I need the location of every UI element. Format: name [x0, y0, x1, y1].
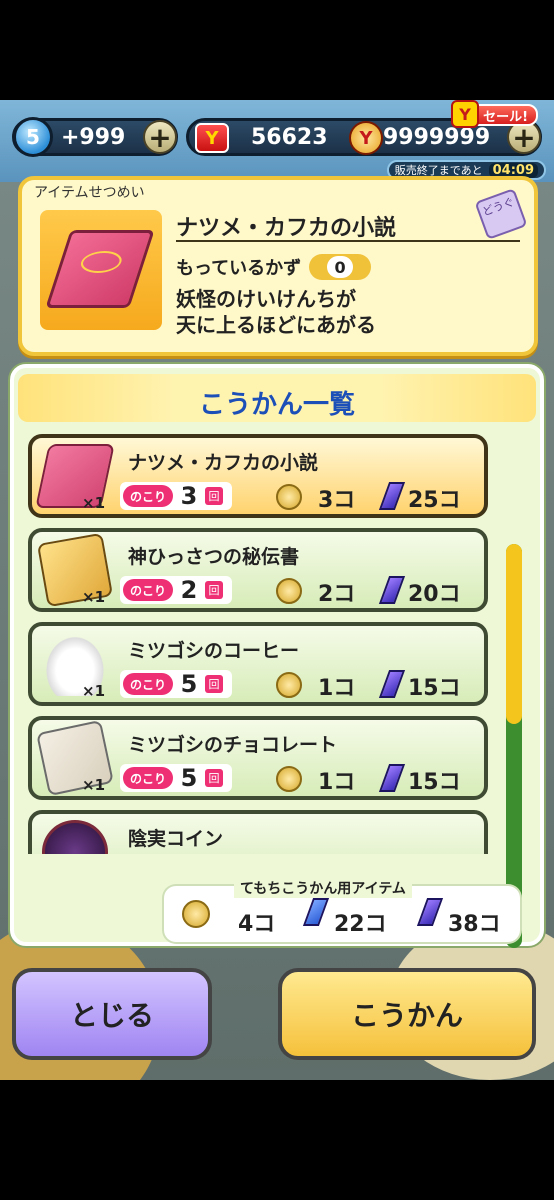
- currency-bar: 5 +999 + Y 56623 Y 9999999 + Y セール! 販売終了…: [0, 100, 554, 182]
- crystal-icon: [378, 576, 406, 604]
- crystal-cost: 15コ: [408, 770, 461, 795]
- times-unit: 回: [205, 581, 223, 599]
- list-banner: こうかん一覧: [18, 374, 536, 422]
- coin-medal-icon: [42, 820, 108, 854]
- sale-badge[interactable]: Y セール!: [451, 100, 538, 128]
- remaining-badge: のこり 2 回: [120, 576, 232, 604]
- flavor-line: 天に上るほどにあがる: [176, 313, 376, 337]
- spirit-value: +999: [61, 124, 126, 150]
- purple-crystal-icon: [416, 898, 444, 926]
- remaining-badge: のこり 3 回: [120, 482, 232, 510]
- ymoney-value: 56623: [251, 124, 328, 150]
- remaining-label: のこり: [123, 579, 173, 601]
- item-quantity: ×1: [82, 588, 106, 606]
- crystal-icon: [378, 482, 406, 510]
- owned-items-box: てもちこうかん用アイテム 4コ 22コ 38コ: [164, 878, 520, 942]
- owned-coin-count: 4コ: [238, 912, 276, 937]
- exchange-button[interactable]: こうかん: [278, 968, 536, 1060]
- remaining-count: 2: [180, 576, 198, 604]
- remaining-label: のこり: [123, 485, 173, 507]
- item-quantity: ×1: [82, 682, 106, 700]
- times-unit: 回: [205, 675, 223, 693]
- crystal-icon: [378, 764, 406, 792]
- coin-cost: 1コ: [318, 676, 356, 701]
- category-tag-icon: どうぐ: [474, 188, 528, 240]
- item-quantity: ×1: [82, 494, 106, 512]
- coin-icon: [276, 484, 302, 510]
- spirit-level: 5: [26, 125, 40, 149]
- remaining-count: 3: [180, 482, 198, 510]
- remaining-count: 5: [180, 670, 198, 698]
- remaining-badge: のこり 5 回: [120, 670, 232, 698]
- list-item[interactable]: ×1 ミツゴシのコーヒー のこり 5 回 1コ 15コ: [28, 622, 488, 706]
- spirit-icon: 5: [13, 117, 53, 157]
- flavor-line: 妖怪のけいけんちが: [176, 287, 356, 311]
- owned-count-value: 0: [327, 256, 354, 278]
- coin-icon: [182, 900, 210, 928]
- close-button[interactable]: とじる: [12, 968, 212, 1060]
- crystal-icon: [378, 670, 406, 698]
- coin-cost: 1コ: [318, 770, 356, 795]
- crystal-cost: 15コ: [408, 676, 461, 701]
- exchange-list[interactable]: ×1 ナツメ・カフカの小説 のこり 3 回 3コ 25コ ×1 神ひっさつの秘伝…: [28, 434, 488, 854]
- ycoin-value: 9999999: [383, 124, 491, 150]
- owned-items-label: てもちこうかん用アイテム: [234, 878, 412, 898]
- game-screen: 5 +999 + Y 56623 Y 9999999 + Y セール! 販売終了…: [0, 100, 554, 1080]
- list-title: こうかん一覧: [198, 390, 355, 420]
- remaining-label: のこり: [123, 673, 173, 695]
- item-flavor-text: 妖怪のけいけんちが 天に上るほどにあがる: [176, 286, 376, 338]
- add-spirit-button[interactable]: +: [143, 120, 177, 154]
- category-tag: どうぐ: [480, 195, 517, 219]
- list-item[interactable]: ×1 ナツメ・カフカの小説 のこり 3 回 3コ 25コ: [28, 434, 488, 518]
- ycoin-icon: Y: [349, 121, 383, 155]
- blue-crystal-icon: [302, 898, 330, 926]
- item-name: 神ひっさつの秘伝書: [128, 546, 300, 568]
- owned-purple-crystal-count: 38コ: [448, 912, 501, 937]
- item-name: ナツメ・カフカの小説: [128, 452, 319, 474]
- item-description-panel: アイテムせつめい ナツメ・カフカの小説 どうぐ もっているかず 0 妖怪のけいけ…: [18, 176, 538, 356]
- item-name: ミツゴシのコーヒー: [128, 640, 300, 662]
- list-item[interactable]: ×1 神ひっさつの秘伝書 のこり 2 回 2コ 20コ: [28, 528, 488, 612]
- remaining-count: 5: [180, 764, 198, 792]
- times-unit: 回: [205, 487, 223, 505]
- coin-icon: [276, 578, 302, 604]
- times-unit: 回: [205, 769, 223, 787]
- ymoney-icon: Y: [195, 123, 229, 153]
- spirit-pill: 5 +999 +: [12, 117, 178, 157]
- coin-icon: [276, 672, 302, 698]
- coin-icon: [276, 766, 302, 792]
- crystal-cost: 25コ: [408, 488, 461, 513]
- remaining-badge: のこり 5 回: [120, 764, 232, 792]
- divider: [176, 240, 520, 242]
- item-name: 陰実コイン: [128, 828, 224, 850]
- owned-count-badge: 0: [309, 254, 372, 280]
- remaining-label: のこり: [123, 767, 173, 789]
- owned-blue-crystal-count: 22コ: [334, 912, 387, 937]
- item-name: ナツメ・カフカの小説: [176, 216, 397, 241]
- book-icon: [45, 230, 155, 308]
- exchange-list-panel: こうかん一覧 ×1 ナツメ・カフカの小説 のこり 3 回 3コ 25コ ×1 神…: [10, 364, 544, 948]
- owned-count-label: もっているかず: [176, 258, 302, 279]
- coin-cost: 2コ: [318, 582, 356, 607]
- crystal-cost: 20コ: [408, 582, 461, 607]
- description-title: アイテムせつめい: [34, 185, 145, 201]
- list-item[interactable]: ×1 ミツゴシのチョコレート のこり 5 回 1コ 15コ: [28, 716, 488, 800]
- item-image: [40, 210, 162, 330]
- coin-cost: 3コ: [318, 488, 356, 513]
- owned-count: もっているかず 0: [176, 254, 372, 280]
- ymoney-icon: Y: [451, 100, 480, 128]
- sale-label: セール!: [483, 109, 528, 125]
- list-item[interactable]: 陰実コイン: [28, 810, 488, 854]
- item-name: ミツゴシのチョコレート: [128, 734, 338, 756]
- item-quantity: ×1: [82, 776, 106, 794]
- scrollbar-thumb[interactable]: [506, 544, 522, 724]
